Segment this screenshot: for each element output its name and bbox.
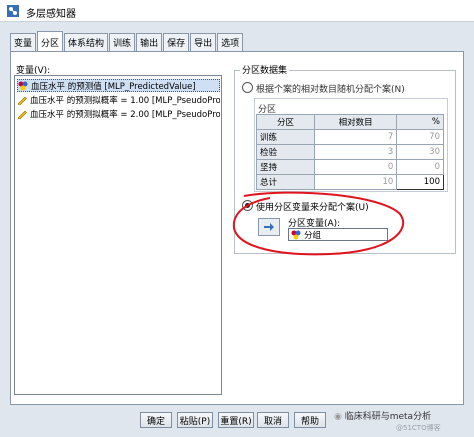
variables-list[interactable]: 血压水平 的预测值 [MLP_PredictedValue] 血压水平 的预测拟… [14, 75, 222, 395]
reset-button[interactable]: 重置(R) [218, 412, 254, 428]
tab-variables[interactable]: 变量 [10, 33, 37, 51]
tab-export[interactable]: 导出 [190, 33, 217, 51]
paste-button[interactable]: 粘贴(P) [177, 412, 213, 428]
watermark: ◉ 临床科研与meta分析 [334, 409, 431, 422]
row-name: 训练 [256, 129, 315, 145]
row-name: 检验 [256, 144, 315, 160]
row-count: 10 [313, 174, 398, 190]
row-pct: 70 [396, 129, 444, 145]
annotation-oval [232, 191, 405, 256]
help-button[interactable]: 帮助 [294, 412, 326, 428]
table-row: 训练 7 70 [256, 129, 444, 145]
table-header: 分区 [256, 114, 315, 130]
variable-label: 血压水平 的预测值 [MLP_PredictedValue] [31, 81, 196, 92]
list-item[interactable]: 血压水平 的预测拟概率 = 1.00 [MLP_PseudoProb... [17, 93, 220, 106]
table-header: % [396, 114, 444, 130]
partition-group-title: 分区数据集 [240, 63, 290, 76]
tab-partition[interactable]: 分区 [37, 31, 64, 51]
tab-options[interactable]: 选项 [217, 33, 244, 51]
window-title: 多层感知器 [26, 9, 76, 20]
table-header: 相对数目 [313, 114, 398, 130]
scale-var-icon [17, 96, 27, 105]
list-item[interactable]: 血压水平 的预测拟概率 = 2.00 [MLP_PseudoProb... [17, 107, 220, 120]
table-row: 坚持 0 0 [256, 159, 444, 175]
row-pct: 100 [396, 174, 444, 190]
table-row: 检验 3 30 [256, 144, 444, 160]
row-count[interactable]: 3 [313, 144, 398, 160]
tab-training[interactable]: 训练 [109, 33, 136, 51]
app-icon [7, 5, 19, 17]
tab-output[interactable]: 输出 [136, 33, 163, 51]
table-row: 总计 10 100 [256, 174, 444, 190]
scale-var-icon [17, 110, 27, 119]
row-name: 坚持 [256, 159, 315, 175]
watermark-sub: @51CTO博客 [396, 424, 441, 432]
random-assign-label[interactable]: 根据个案的相对数目随机分配个案(N) [256, 82, 405, 95]
partition-table: 分区 相对数目 % 训练 7 70 检验 3 30 坚持 0 0 总计 10 1… [256, 114, 444, 190]
list-item[interactable]: 血压水平 的预测值 [MLP_PredictedValue] [17, 79, 220, 92]
row-pct: 0 [396, 159, 444, 175]
tab-architecture[interactable]: 体系结构 [64, 33, 109, 51]
tab-bar: 变量 分区 体系结构 训练 输出 保存 导出 选项 [10, 31, 244, 51]
nominal-var-icon [18, 81, 28, 90]
watermark-text: 临床科研与meta分析 [344, 412, 432, 422]
ok-button[interactable]: 确定 [140, 412, 172, 428]
row-name: 总计 [256, 174, 315, 190]
row-pct: 30 [396, 144, 444, 160]
variable-label: 血压水平 的预测拟概率 = 2.00 [MLP_PseudoProb... [30, 109, 220, 120]
cancel-button[interactable]: 取消 [257, 412, 289, 428]
row-count[interactable]: 7 [313, 129, 398, 145]
variable-label: 血压水平 的预测拟概率 = 1.00 [MLP_PseudoProb... [30, 95, 220, 106]
row-count[interactable]: 0 [313, 159, 398, 175]
tab-save[interactable]: 保存 [163, 33, 190, 51]
random-assign-radio[interactable] [242, 82, 253, 93]
wechat-icon: ◉ [334, 412, 345, 422]
